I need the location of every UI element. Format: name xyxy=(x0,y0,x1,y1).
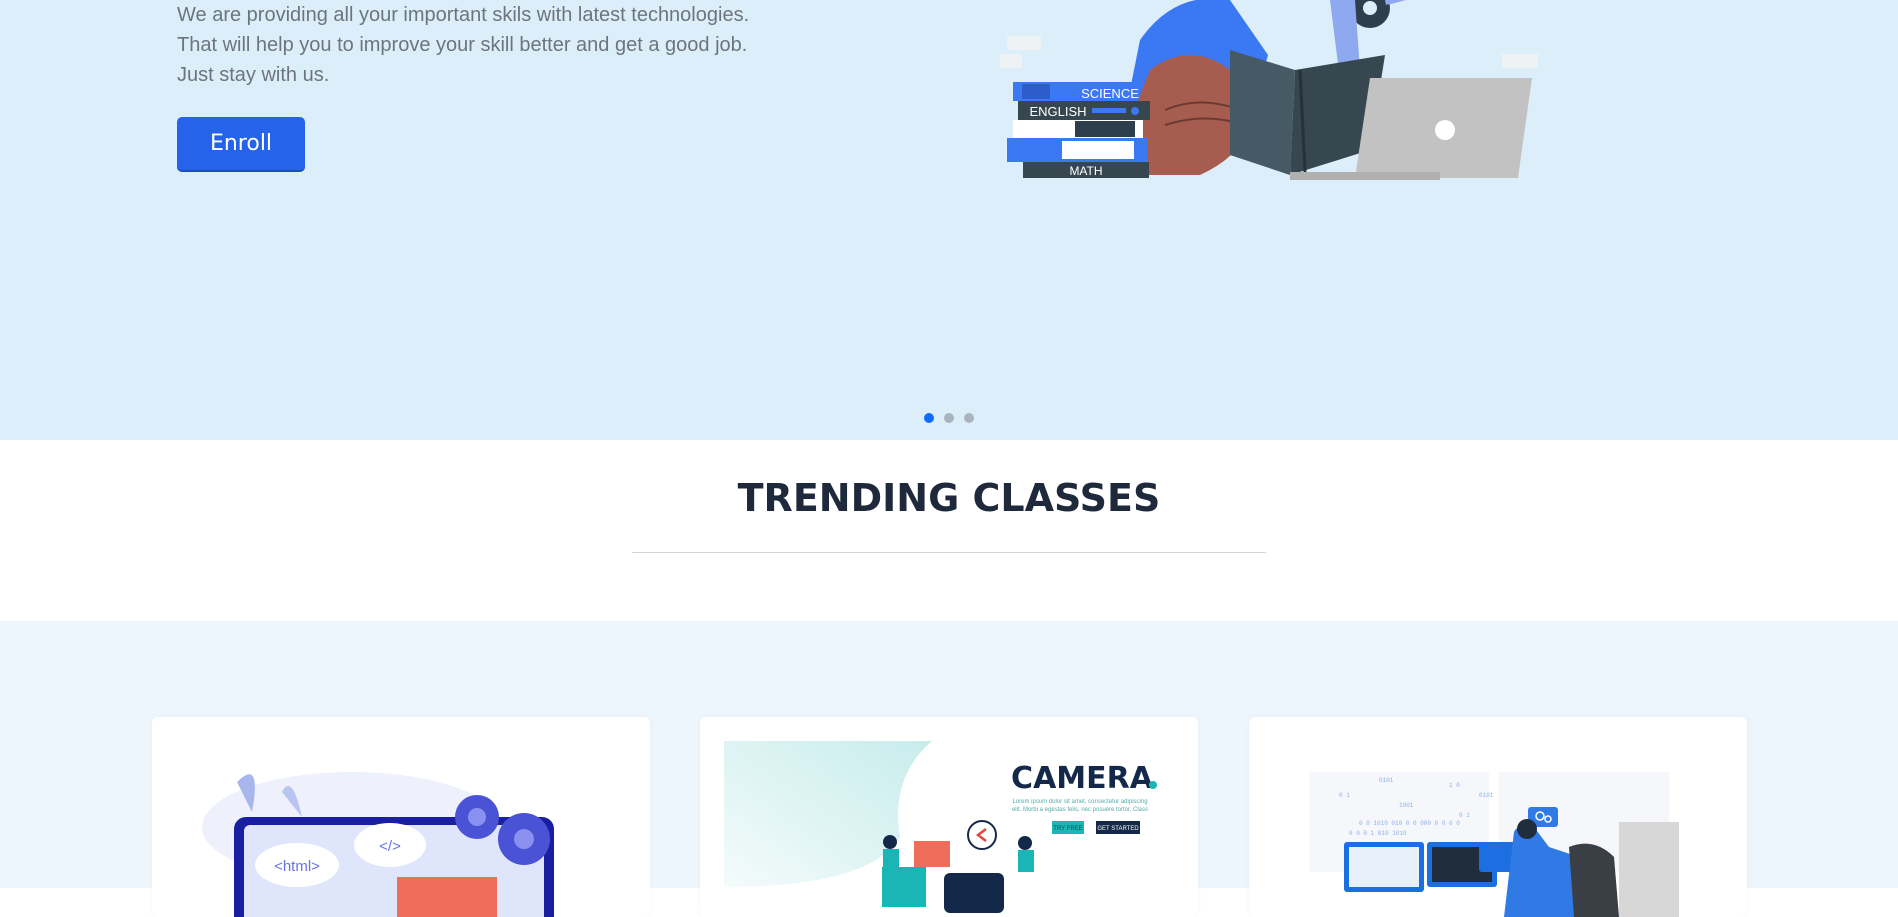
book-label-science: SCIENCE xyxy=(1081,86,1139,101)
camera-lorem-2: elit. Morbi a egestas felis, nec posuere… xyxy=(1012,807,1148,813)
student-reading-illustration: SCIENCE ENGLISH MATH xyxy=(1000,0,1538,180)
hero-section: We are providing all your important skil… xyxy=(0,0,1898,440)
svg-text:0101: 0101 xyxy=(1379,777,1394,784)
class-card-web[interactable]: <html> </> xyxy=(152,717,650,917)
carousel-dot-2[interactable] xyxy=(944,413,954,423)
book-stack: SCIENCE ENGLISH MATH xyxy=(1007,82,1150,178)
svg-text:0 1: 0 1 xyxy=(1339,792,1350,799)
svg-text:0 1: 0 1 xyxy=(1459,812,1470,819)
hero-description: We are providing all your important skil… xyxy=(177,0,817,90)
svg-text:0 0 0 1 010 1010: 0 0 0 1 010 1010 xyxy=(1349,830,1407,837)
camera-illustration-icon: CAMERA Lorem ipsum dolor sit amet, conse… xyxy=(724,741,1157,913)
book-label-english: ENGLISH xyxy=(1029,104,1086,119)
camera-heading: CAMERA xyxy=(1011,761,1154,796)
svg-text:1 0: 1 0 xyxy=(1449,782,1460,789)
web-development-illustration-icon: <html> </> xyxy=(202,772,554,917)
try-free-button[interactable]: TRY FREE xyxy=(1053,826,1082,832)
class-card-camera[interactable]: CAMERA Lorem ipsum dolor sit amet, conse… xyxy=(700,717,1198,917)
enroll-button[interactable]: Enroll xyxy=(177,117,305,172)
hero-line-3: Just stay with us. xyxy=(177,64,330,86)
title-divider xyxy=(632,552,1266,553)
svg-text:0 0 1010 010 0 0 000 0 0 0 0: 0 0 1010 010 0 0 000 0 0 0 0 xyxy=(1359,820,1460,827)
carousel-dot-3[interactable] xyxy=(964,413,974,423)
hero-line-2: That will help you to improve your skill… xyxy=(177,34,748,56)
carousel-dot-1[interactable] xyxy=(924,413,934,423)
gear-icon xyxy=(1350,0,1406,28)
get-started-button[interactable]: GET STARTED xyxy=(1097,826,1139,832)
class-card-programming[interactable]: 0101 0 1 1001 0 0 1010 010 0 0 000 0 0 0 0… xyxy=(1249,717,1747,917)
html-tag: <html> xyxy=(274,858,320,875)
code-tag: </> xyxy=(379,838,401,855)
carousel-indicators xyxy=(924,413,974,423)
classes-section: <html> </> CAMERA Lorem ipsum dolor sit … xyxy=(0,621,1898,917)
svg-text:1001: 1001 xyxy=(1399,802,1414,809)
book-label-math: MATH xyxy=(1069,164,1102,178)
svg-text:0101: 0101 xyxy=(1479,792,1494,799)
hero-line-1: We are providing all your important skil… xyxy=(177,4,750,26)
section-title: TRENDING CLASSES xyxy=(737,476,1161,520)
programmer-workspace-illustration-icon: 0101 0 1 1001 0 0 1010 010 0 0 000 0 0 0 0… xyxy=(1309,772,1679,917)
trending-section: TRENDING CLASSES xyxy=(0,440,1898,621)
camera-lorem-1: Lorem ipsum dolor sit amet, consectetur … xyxy=(1012,799,1147,805)
